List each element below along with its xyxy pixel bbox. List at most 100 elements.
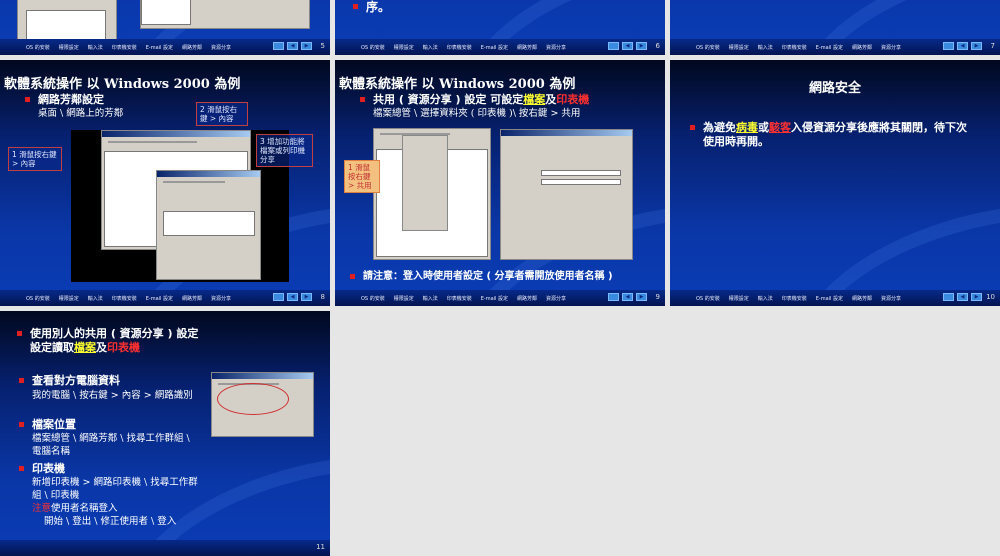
bullet: 共用 ( 資源分享 ) 設定 可設定檔案及印表機 — [359, 93, 590, 106]
bullet-sub: 桌面 \ 網路上的芳鄰 — [38, 108, 124, 119]
slide-title: 軟體系統操作 以 Windows 2000 為例 — [4, 77, 241, 92]
slide-title: 網路安全 — [670, 82, 1000, 96]
slide-7[interactable]: OS 的安裝 權限設定 輸入法 印表機安裝 E-mail 設定 網路芳鄰 資源分享 7 ◀ ▶ — [670, 0, 1000, 55]
nav-link[interactable]: E-mail 設定 — [816, 44, 843, 51]
nav-link[interactable]: OS 的安裝 — [361, 295, 385, 302]
system-properties-screenshot — [211, 372, 314, 437]
nav-link[interactable]: OS 的安裝 — [696, 295, 720, 302]
nav-link[interactable]: OS 的安裝 — [26, 295, 50, 302]
nav-link[interactable]: 輸入法 — [758, 44, 773, 51]
nav-link[interactable]: E-mail 設定 — [481, 295, 508, 302]
nav-link[interactable]: 權限設定 — [59, 295, 79, 302]
next-button[interactable]: ▶ — [636, 42, 647, 50]
nav-link[interactable]: 權限設定 — [729, 44, 749, 51]
nav-link[interactable]: E-mail 設定 — [146, 44, 173, 51]
nav-link[interactable]: 網路芳鄰 — [182, 295, 202, 302]
next-button[interactable]: ▶ — [971, 293, 982, 301]
slide-number: 8 — [320, 293, 325, 301]
nav-link[interactable]: 資源分享 — [546, 295, 566, 302]
prev-icon: ◀ — [290, 294, 295, 300]
nav-link[interactable]: OS 的安裝 — [696, 44, 720, 51]
prev-button[interactable]: ◀ — [957, 293, 968, 301]
nav-link[interactable]: 印表機安裝 — [447, 44, 472, 51]
nav-link[interactable]: 資源分享 — [211, 44, 231, 51]
nav-link[interactable]: 資源分享 — [211, 295, 231, 302]
next-button[interactable]: ▶ — [301, 42, 312, 50]
prev-button[interactable]: ◀ — [287, 42, 298, 50]
bullet: 使用別人的共用 ( 資源分享 ) 設定 設定讀取檔案及印表機 — [16, 327, 199, 354]
slide-6[interactable]: 序。 OS 的安裝 權限設定 輸入法 印表機安裝 E-mail 設定 網路芳鄰 資源分享 6… — [335, 0, 665, 55]
nav-link[interactable]: 資源分享 — [546, 44, 566, 51]
nav-link[interactable]: 印表機安裝 — [447, 295, 472, 302]
nav-link[interactable]: 印表機安裝 — [782, 295, 807, 302]
bullet: 檔案位置 — [19, 418, 76, 431]
share-dialog-screenshot — [500, 129, 633, 260]
nav-link[interactable]: 輸入法 — [423, 295, 438, 302]
home-button[interactable] — [608, 42, 619, 50]
nav-link[interactable]: 資源分享 — [881, 44, 901, 51]
nav-link[interactable]: 輸入法 — [88, 295, 103, 302]
nav-link[interactable]: 網路芳鄰 — [852, 44, 872, 51]
slide-number: 11 — [316, 543, 325, 551]
next-button[interactable]: ▶ — [971, 42, 982, 50]
nav-link[interactable]: 網路芳鄰 — [517, 44, 537, 51]
nav-link[interactable]: 權限設定 — [394, 295, 414, 302]
nav-link[interactable]: 權限設定 — [59, 44, 79, 51]
slide-text: 序。 — [352, 0, 391, 14]
home-button[interactable] — [943, 293, 954, 301]
next-icon: ▶ — [974, 43, 979, 49]
explorer-screenshot — [373, 128, 491, 260]
slide-5[interactable]: OS 的安裝 權限設定 輸入法 印表機安裝 E-mail 設定 網路芳鄰 資源分享 5 ◀ ▶ — [0, 0, 330, 55]
slide-9[interactable]: 軟體系統操作 以 Windows 2000 為例 共用 ( 資源分享 ) 設定 … — [335, 60, 665, 306]
nav-link[interactable]: 網路芳鄰 — [852, 295, 872, 302]
prev-button[interactable]: ◀ — [622, 42, 633, 50]
callout-1: 1 滑鼠按右鍵 > 共用 — [344, 160, 380, 193]
slide-number: 9 — [655, 293, 660, 301]
nav-link[interactable]: 網路芳鄰 — [517, 295, 537, 302]
nav-link[interactable]: 網路芳鄰 — [182, 44, 202, 51]
nav-link[interactable]: 輸入法 — [758, 295, 773, 302]
bullet-sub: 檔案總管 \ 選擇資料夾 ( 印表機 )\ 按右鍵 > 共用 — [373, 108, 581, 119]
home-button[interactable] — [608, 293, 619, 301]
next-button[interactable]: ▶ — [636, 293, 647, 301]
prev-button[interactable]: ◀ — [622, 293, 633, 301]
next-icon: ▶ — [639, 43, 644, 49]
nav-link[interactable]: 印表機安裝 — [112, 44, 137, 51]
nav-link[interactable]: E-mail 設定 — [146, 295, 173, 302]
prev-button[interactable]: ◀ — [957, 42, 968, 50]
slide-number: 7 — [990, 42, 995, 50]
footer-bar — [0, 540, 330, 556]
home-button[interactable] — [943, 42, 954, 50]
slide-8[interactable]: 軟體系統操作 以 Windows 2000 為例 網路芳鄰設定 桌面 \ 網路上… — [0, 60, 330, 306]
callout-2: 2 滑鼠按右鍵 > 內容 — [196, 102, 248, 126]
nav-link[interactable]: E-mail 設定 — [816, 295, 843, 302]
nav-link[interactable]: 輸入法 — [88, 44, 103, 51]
nav-link[interactable]: 權限設定 — [394, 44, 414, 51]
bullet: 網路芳鄰設定 — [25, 93, 104, 106]
nav-link[interactable]: OS 的安裝 — [361, 44, 385, 51]
slide-10[interactable]: 網路安全 為避免病毒或駭客入侵資源分享後應將其關閉，待下次使用時再開。 OS 的… — [670, 60, 1000, 306]
next-icon: ▶ — [304, 43, 309, 49]
prev-icon: ◀ — [290, 43, 295, 49]
prev-button[interactable]: ◀ — [287, 293, 298, 301]
bullet-sub: 檔案總管 \ 網路芳鄰 \ 找尋工作群組 \ 電腦名稱 — [32, 433, 190, 457]
bullet: 查看對方電腦資料 — [19, 374, 120, 387]
home-button[interactable] — [273, 42, 284, 50]
next-button[interactable]: ▶ — [301, 293, 312, 301]
nav-link[interactable]: 印表機安裝 — [782, 44, 807, 51]
nav-link[interactable]: 權限設定 — [729, 295, 749, 302]
slide-11[interactable]: 使用別人的共用 ( 資源分享 ) 設定 設定讀取檔案及印表機 查看對方電腦資料 我… — [0, 311, 330, 556]
nav-link[interactable]: 印表機安裝 — [112, 295, 137, 302]
bullet-sub: 開始 \ 登出 \ 修正使用者 \ 登入 — [44, 516, 177, 527]
bullet-sub: 新增印表機 > 網路印表機 \ 找尋工作群組 \ 印表機 — [32, 477, 198, 501]
bullet: 印表機 — [19, 462, 65, 475]
nav-link[interactable]: E-mail 設定 — [481, 44, 508, 51]
nav-link[interactable]: OS 的安裝 — [26, 44, 50, 51]
nav-link[interactable]: 資源分享 — [881, 295, 901, 302]
bullet: 為避免病毒或駭客入侵資源分享後應將其關閉，待下次使用時再開。 — [690, 121, 973, 149]
prev-icon: ◀ — [960, 43, 965, 49]
home-button[interactable] — [273, 293, 284, 301]
nav-link[interactable]: 輸入法 — [423, 44, 438, 51]
slide-title: 軟體系統操作 以 Windows 2000 為例 — [339, 77, 576, 92]
prev-icon: ◀ — [625, 43, 630, 49]
